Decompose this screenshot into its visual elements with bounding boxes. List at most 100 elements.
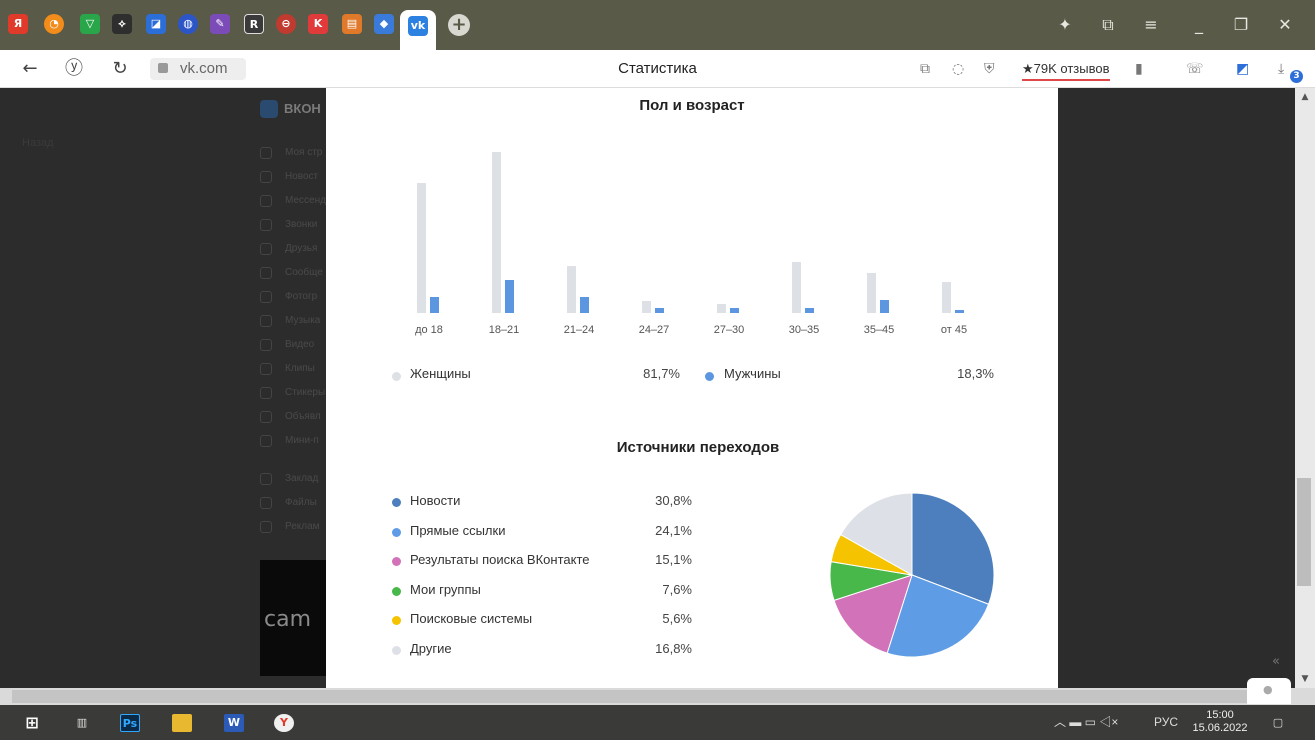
vk-logo-icon[interactable] bbox=[260, 100, 278, 118]
v-tab-icon[interactable]: ▽ bbox=[80, 14, 100, 34]
extension-icon[interactable]: ✦ bbox=[1052, 14, 1078, 36]
sources-section-title: Источники переходов bbox=[616, 439, 780, 456]
bar-female[interactable] bbox=[867, 273, 876, 313]
chat-bubble-icon: ● bbox=[1263, 683, 1273, 696]
extension-badge-icon[interactable]: ◩ bbox=[1236, 59, 1249, 79]
yandex-home-icon[interactable]: ⓨ bbox=[62, 57, 86, 81]
source-legend-label: Прямые ссылки bbox=[410, 522, 506, 538]
downloads-badge: 3 bbox=[1290, 70, 1303, 83]
back-link[interactable]: Назад bbox=[22, 136, 54, 150]
yandex-tab-icon[interactable]: Я bbox=[8, 14, 28, 34]
browser-tab-bar: Я ◔ ▽ ⟡ ◪ ◍ ✎ R ⊖ K ▤ ◆ vk + ✦ ⧉ ≡ _ ❐ ✕ bbox=[0, 0, 1315, 50]
bar-female[interactable] bbox=[417, 183, 426, 313]
legend-female-dot bbox=[392, 372, 401, 381]
word-icon[interactable]: W bbox=[224, 714, 244, 732]
sidebar-item-icon bbox=[260, 243, 272, 255]
statistics-modal: Пол и возраст до 18 18–21 21–24 24–27 27–30 3… bbox=[326, 88, 1058, 688]
sidebar-item-label: Мессенд bbox=[285, 195, 326, 206]
windows-start-icon[interactable]: ⊞ bbox=[22, 714, 42, 732]
sidebar-item-icon bbox=[260, 411, 272, 423]
sidebar-item-icon bbox=[260, 363, 272, 375]
source-legend-value: 30,8% bbox=[655, 493, 692, 508]
close-window-button[interactable]: ✕ bbox=[1272, 14, 1298, 36]
sidebar-item-label: Фотогр bbox=[285, 291, 318, 302]
bar-female[interactable] bbox=[717, 303, 726, 313]
back-button[interactable]: ← bbox=[18, 57, 42, 81]
tool-tab-icon[interactable]: ✎ bbox=[210, 14, 230, 34]
url-field[interactable]: vk.com bbox=[150, 58, 246, 80]
cube-tab-icon[interactable]: ◆ bbox=[374, 14, 394, 34]
vertical-scrollbar[interactable] bbox=[1295, 88, 1315, 688]
x-tick-label: 24–27 bbox=[638, 324, 670, 336]
orange-tab-icon[interactable]: ▤ bbox=[342, 14, 362, 34]
vertical-scroll-thumb[interactable] bbox=[1297, 478, 1311, 586]
bar-female[interactable] bbox=[492, 152, 501, 313]
bar-male[interactable] bbox=[730, 308, 739, 313]
bookmark-icon[interactable]: ▮ bbox=[1135, 59, 1143, 79]
bar-male[interactable] bbox=[880, 299, 889, 313]
sidebar-item-label: Заклад bbox=[285, 473, 319, 484]
sidebar-item-icon bbox=[260, 147, 272, 159]
lock-icon bbox=[158, 63, 168, 73]
reload-button[interactable]: ↻ bbox=[108, 57, 132, 81]
tab-vk-active[interactable]: vk bbox=[400, 10, 436, 50]
bar-male[interactable] bbox=[430, 296, 439, 313]
url-text: vk.com bbox=[180, 60, 228, 77]
ad-banner[interactable]: cam bbox=[260, 560, 326, 676]
protect-icon[interactable]: ⛨ bbox=[984, 59, 995, 79]
language-indicator[interactable]: РУС bbox=[1154, 715, 1178, 729]
sidebar-item-icon bbox=[260, 267, 272, 279]
source-legend-dot bbox=[392, 616, 401, 625]
bar-male[interactable] bbox=[655, 308, 664, 313]
source-legend-value: 24,1% bbox=[655, 522, 692, 538]
collapse-icon[interactable]: « bbox=[1272, 655, 1280, 669]
maximize-button[interactable]: ❐ bbox=[1228, 14, 1254, 36]
chat-button[interactable]: ● bbox=[1247, 678, 1291, 704]
menu-icon[interactable]: ≡ bbox=[1138, 14, 1164, 36]
bar-female[interactable] bbox=[567, 265, 576, 313]
read-icon[interactable]: ☏ bbox=[1186, 59, 1204, 79]
reviews-link[interactable]: ★79K отзывов bbox=[1022, 59, 1110, 81]
bar-female[interactable] bbox=[642, 300, 651, 313]
source-legend-dot bbox=[392, 586, 401, 596]
new-tab-button[interactable]: + bbox=[448, 14, 470, 36]
downloads-icon[interactable]: ⤓ bbox=[1278, 59, 1284, 79]
link-tab-icon[interactable]: ⟡ bbox=[112, 14, 132, 34]
clock-date: 15.06.2022 bbox=[1192, 722, 1248, 734]
source-legend-label: Новости bbox=[410, 493, 461, 508]
x-tick-label: 21–24 bbox=[563, 324, 595, 336]
chat-icon[interactable]: ◌ bbox=[952, 59, 964, 79]
clock[interactable]: 15:00 15.06.2022 bbox=[1188, 709, 1252, 735]
r-tab-icon[interactable]: R bbox=[244, 14, 264, 34]
horizontal-scroll-thumb[interactable] bbox=[12, 690, 1290, 703]
bar-male[interactable] bbox=[505, 280, 514, 313]
scroll-up-arrow-icon[interactable]: ▲ bbox=[1298, 92, 1312, 102]
minimize-button[interactable]: _ bbox=[1186, 14, 1212, 36]
task-view-icon[interactable]: ▥ bbox=[72, 714, 92, 732]
bar-female[interactable] bbox=[942, 281, 951, 313]
source-legend-label: Результаты поиска ВКонтакте bbox=[410, 552, 590, 567]
notifications-icon[interactable]: ▢ bbox=[1268, 714, 1288, 732]
photoshop-icon[interactable]: Ps bbox=[120, 714, 140, 732]
vk-brand[interactable]: ВКОН bbox=[284, 99, 321, 119]
k-tab-icon[interactable]: K bbox=[308, 14, 328, 34]
globe-tab-icon[interactable]: ◍ bbox=[178, 14, 198, 34]
x-tick-label: 27–30 bbox=[713, 324, 745, 336]
globe-red-tab-icon[interactable]: ⊖ bbox=[276, 14, 296, 34]
bar-male[interactable] bbox=[805, 308, 814, 313]
bar-male[interactable] bbox=[580, 297, 589, 313]
bar-female[interactable] bbox=[792, 261, 801, 313]
address-bar: ← ⓨ ↻ vk.com Статистика ⧉ ◌ ⛨ ★79K отзыв… bbox=[0, 50, 1315, 88]
tray-icons[interactable]: ︿ ▬ ▭ ◁× bbox=[1054, 715, 1118, 729]
ad-tab-icon[interactable]: ◪ bbox=[146, 14, 166, 34]
bookmarks-collection-icon[interactable]: ⧉ bbox=[1095, 14, 1121, 36]
yandex-browser-icon[interactable]: Y bbox=[274, 714, 294, 732]
ring-tab-icon[interactable]: ◔ bbox=[44, 14, 64, 34]
bar-male[interactable] bbox=[955, 309, 964, 313]
file-explorer-icon[interactable] bbox=[172, 714, 192, 732]
translate-icon[interactable]: ⧉ bbox=[920, 59, 930, 79]
scroll-down-arrow-icon[interactable]: ▼ bbox=[1298, 674, 1312, 684]
legend-male-value: 18,3% bbox=[957, 366, 994, 381]
sidebar-item-label: Видео bbox=[285, 339, 315, 350]
sidebar-item-label: Клипы bbox=[285, 363, 315, 374]
